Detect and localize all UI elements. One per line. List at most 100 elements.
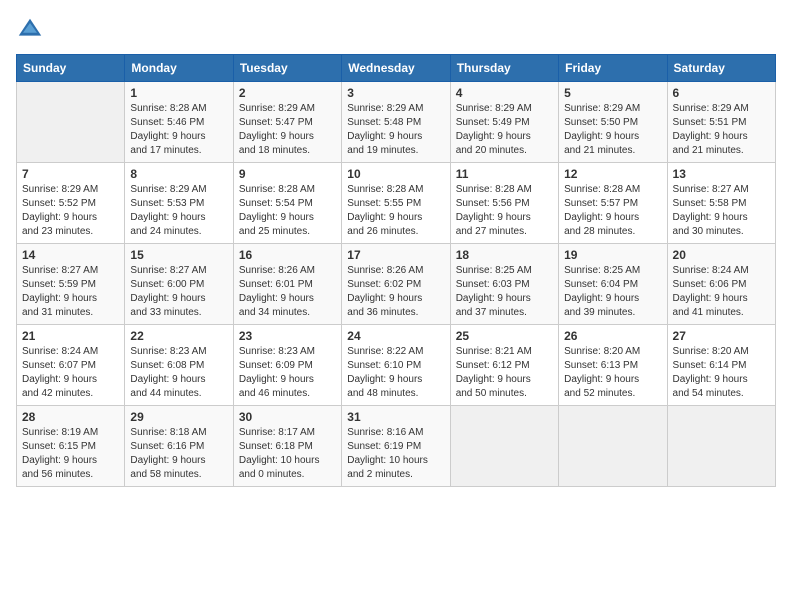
calendar-cell: 2 Sunrise: 8:29 AM Sunset: 5:47 PM Daylig… [233,82,341,163]
day-number: 31 [347,410,444,424]
calendar-week-5: 28 Sunrise: 8:19 AM Sunset: 6:15 PM Dayli… [17,406,776,487]
day-number: 17 [347,248,444,262]
day-number: 10 [347,167,444,181]
day-info: Sunrise: 8:18 AM Sunset: 6:16 PM Dayligh… [130,426,227,482]
calendar-cell [667,406,775,487]
calendar-cell: 17 Sunrise: 8:26 AM Sunset: 6:02 PM Dayli… [342,244,450,325]
weekday-row: SundayMondayTuesdayWednesdayThursdayFrid… [17,55,776,82]
day-info: Sunrise: 8:25 AM Sunset: 6:03 PM Dayligh… [456,264,553,320]
day-info: Sunrise: 8:16 AM Sunset: 6:19 PM Dayligh… [347,426,444,482]
day-info: Sunrise: 8:29 AM Sunset: 5:53 PM Dayligh… [130,183,227,239]
day-info: Sunrise: 8:28 AM Sunset: 5:56 PM Dayligh… [456,183,553,239]
calendar-cell: 30 Sunrise: 8:17 AM Sunset: 6:18 PM Dayli… [233,406,341,487]
day-info: Sunrise: 8:23 AM Sunset: 6:09 PM Dayligh… [239,345,336,401]
calendar-cell: 10 Sunrise: 8:28 AM Sunset: 5:55 PM Dayli… [342,163,450,244]
weekday-header-monday: Monday [125,55,233,82]
calendar-cell: 20 Sunrise: 8:24 AM Sunset: 6:06 PM Dayli… [667,244,775,325]
day-number: 24 [347,329,444,343]
weekday-header-wednesday: Wednesday [342,55,450,82]
day-info: Sunrise: 8:24 AM Sunset: 6:06 PM Dayligh… [673,264,770,320]
day-number: 26 [564,329,661,343]
calendar-cell: 27 Sunrise: 8:20 AM Sunset: 6:14 PM Dayli… [667,325,775,406]
day-info: Sunrise: 8:28 AM Sunset: 5:54 PM Dayligh… [239,183,336,239]
calendar-cell: 7Sunrise: 8:29 AM Sunset: 5:52 PM Daylig… [17,163,125,244]
day-number: 30 [239,410,336,424]
day-info: Sunrise: 8:28 AM Sunset: 5:55 PM Dayligh… [347,183,444,239]
weekday-header-thursday: Thursday [450,55,558,82]
day-number: 25 [456,329,553,343]
day-number: 28 [22,410,119,424]
weekday-header-sunday: Sunday [17,55,125,82]
day-number: 11 [456,167,553,181]
calendar-cell: 18 Sunrise: 8:25 AM Sunset: 6:03 PM Dayli… [450,244,558,325]
calendar-cell: 16Sunrise: 8:26 AM Sunset: 6:01 PM Dayli… [233,244,341,325]
day-number: 23 [239,329,336,343]
day-number: 3 [347,86,444,100]
calendar-cell: 12 Sunrise: 8:28 AM Sunset: 5:57 PM Dayli… [559,163,667,244]
calendar-cell: 21 Sunrise: 8:24 AM Sunset: 6:07 PM Dayli… [17,325,125,406]
day-info: Sunrise: 8:29 AM Sunset: 5:48 PM Dayligh… [347,102,444,158]
day-info: Sunrise: 8:27 AM Sunset: 5:59 PM Dayligh… [22,264,119,320]
weekday-header-friday: Friday [559,55,667,82]
day-info: Sunrise: 8:29 AM Sunset: 5:47 PM Dayligh… [239,102,336,158]
calendar-cell: 8 Sunrise: 8:29 AM Sunset: 5:53 PM Daylig… [125,163,233,244]
day-info: Sunrise: 8:27 AM Sunset: 6:00 PM Dayligh… [130,264,227,320]
logo [16,16,48,44]
calendar-cell: 4Sunrise: 8:29 AM Sunset: 5:49 PM Daylig… [450,82,558,163]
calendar-cell [559,406,667,487]
calendar-cell: 15 Sunrise: 8:27 AM Sunset: 6:00 PM Dayli… [125,244,233,325]
calendar-cell: 26Sunrise: 8:20 AM Sunset: 6:13 PM Dayli… [559,325,667,406]
calendar-cell [17,82,125,163]
calendar-cell: 31 Sunrise: 8:16 AM Sunset: 6:19 PM Dayli… [342,406,450,487]
day-number: 29 [130,410,227,424]
calendar-cell [450,406,558,487]
day-number: 6 [673,86,770,100]
day-number: 19 [564,248,661,262]
calendar-cell: 6 Sunrise: 8:29 AM Sunset: 5:51 PM Daylig… [667,82,775,163]
day-info: Sunrise: 8:27 AM Sunset: 5:58 PM Dayligh… [673,183,770,239]
calendar-cell: 24 Sunrise: 8:22 AM Sunset: 6:10 PM Dayli… [342,325,450,406]
day-info: Sunrise: 8:19 AM Sunset: 6:15 PM Dayligh… [22,426,119,482]
calendar-header: SundayMondayTuesdayWednesdayThursdayFrid… [17,55,776,82]
calendar-cell: 11 Sunrise: 8:28 AM Sunset: 5:56 PM Dayli… [450,163,558,244]
day-number: 2 [239,86,336,100]
calendar-cell: 25Sunrise: 8:21 AM Sunset: 6:12 PM Dayli… [450,325,558,406]
calendar-cell: 23 Sunrise: 8:23 AM Sunset: 6:09 PM Dayli… [233,325,341,406]
day-number: 20 [673,248,770,262]
calendar-cell: 28 Sunrise: 8:19 AM Sunset: 6:15 PM Dayli… [17,406,125,487]
calendar-cell: 19 Sunrise: 8:25 AM Sunset: 6:04 PM Dayli… [559,244,667,325]
day-info: Sunrise: 8:25 AM Sunset: 6:04 PM Dayligh… [564,264,661,320]
calendar-week-2: 7Sunrise: 8:29 AM Sunset: 5:52 PM Daylig… [17,163,776,244]
page-header [16,16,776,44]
day-number: 18 [456,248,553,262]
day-number: 27 [673,329,770,343]
day-info: Sunrise: 8:28 AM Sunset: 5:46 PM Dayligh… [130,102,227,158]
day-number: 13 [673,167,770,181]
day-number: 15 [130,248,227,262]
day-info: Sunrise: 8:26 AM Sunset: 6:02 PM Dayligh… [347,264,444,320]
day-number: 5 [564,86,661,100]
calendar-week-1: 1 Sunrise: 8:28 AM Sunset: 5:46 PM Daylig… [17,82,776,163]
calendar-cell: 22Sunrise: 8:23 AM Sunset: 6:08 PM Dayli… [125,325,233,406]
calendar-body: 1 Sunrise: 8:28 AM Sunset: 5:46 PM Daylig… [17,82,776,487]
weekday-header-tuesday: Tuesday [233,55,341,82]
day-number: 1 [130,86,227,100]
day-info: Sunrise: 8:20 AM Sunset: 6:14 PM Dayligh… [673,345,770,401]
day-info: Sunrise: 8:29 AM Sunset: 5:51 PM Dayligh… [673,102,770,158]
calendar-cell: 29 Sunrise: 8:18 AM Sunset: 6:16 PM Dayli… [125,406,233,487]
calendar-cell: 1 Sunrise: 8:28 AM Sunset: 5:46 PM Daylig… [125,82,233,163]
calendar-week-3: 14Sunrise: 8:27 AM Sunset: 5:59 PM Dayli… [17,244,776,325]
day-info: Sunrise: 8:28 AM Sunset: 5:57 PM Dayligh… [564,183,661,239]
day-number: 4 [456,86,553,100]
day-info: Sunrise: 8:24 AM Sunset: 6:07 PM Dayligh… [22,345,119,401]
day-info: Sunrise: 8:22 AM Sunset: 6:10 PM Dayligh… [347,345,444,401]
day-info: Sunrise: 8:29 AM Sunset: 5:52 PM Dayligh… [22,183,119,239]
day-number: 8 [130,167,227,181]
day-number: 21 [22,329,119,343]
day-number: 12 [564,167,661,181]
logo-icon [16,16,44,44]
day-info: Sunrise: 8:23 AM Sunset: 6:08 PM Dayligh… [130,345,227,401]
day-info: Sunrise: 8:17 AM Sunset: 6:18 PM Dayligh… [239,426,336,482]
calendar-cell: 14Sunrise: 8:27 AM Sunset: 5:59 PM Dayli… [17,244,125,325]
day-number: 16 [239,248,336,262]
